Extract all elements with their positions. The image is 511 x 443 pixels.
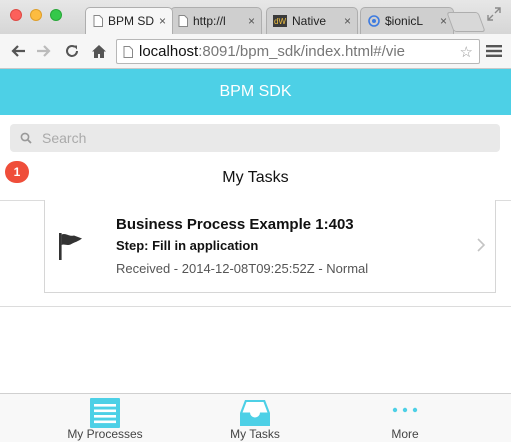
back-arrow-icon[interactable]	[8, 41, 28, 61]
task-title: Business Process Example 1:403	[116, 216, 354, 233]
divider	[0, 306, 511, 307]
browser-tab-ionic[interactable]: $ionicL ×	[360, 7, 454, 34]
page-icon	[177, 15, 188, 28]
tab-my-tasks[interactable]: My Tasks	[170, 394, 340, 443]
bottom-tab-bar: My Processes My Tasks More	[0, 393, 511, 442]
ionic-icon	[367, 15, 380, 28]
bookmark-star-icon[interactable]: ☆	[460, 43, 473, 61]
browser-tab-http[interactable]: http://l ×	[170, 7, 262, 34]
close-tab-icon[interactable]: ×	[159, 14, 166, 28]
close-tab-icon[interactable]: ×	[344, 14, 351, 28]
page-icon	[92, 15, 103, 28]
tab-title: Native	[292, 14, 327, 28]
page-icon	[123, 45, 133, 58]
task-list-item[interactable]: Business Process Example 1:403 Step: Fil…	[44, 200, 496, 293]
address-bar[interactable]: localhost:8091/bpm_sdk/index.html#/vie ☆	[116, 39, 480, 64]
close-tab-icon[interactable]: ×	[440, 14, 447, 28]
reload-icon[interactable]	[62, 41, 82, 61]
tab-more[interactable]: More	[320, 394, 490, 443]
browser-titlebar: BPM SD × http://l × dW Native × $ionicL …	[0, 0, 511, 34]
close-window-button[interactable]	[10, 9, 22, 21]
tab-label: My Tasks	[230, 427, 280, 441]
tab-my-processes[interactable]: My Processes	[20, 394, 190, 443]
app-header: BPM SDK	[0, 69, 511, 115]
home-icon[interactable]	[89, 41, 109, 61]
close-tab-icon[interactable]: ×	[248, 14, 255, 28]
search-icon	[20, 132, 32, 144]
fullscreen-icon[interactable]	[487, 7, 503, 23]
tab-title: $ionicL	[385, 14, 424, 28]
tab-label: More	[391, 427, 419, 441]
svg-text:dW: dW	[274, 17, 286, 26]
task-meta: Received - 2014-12-08T09:25:52Z - Normal	[116, 261, 369, 276]
address-host: localhost	[139, 43, 199, 60]
page-title: My Tasks	[222, 169, 289, 186]
browser-tab-native[interactable]: dW Native ×	[266, 7, 358, 34]
tab-title: BPM SD	[108, 14, 155, 28]
browser-toolbar: localhost:8091/bpm_sdk/index.html#/vie ☆	[0, 34, 511, 69]
chevron-right-icon	[476, 237, 486, 258]
search-input[interactable]	[40, 129, 484, 147]
address-path: :8091/bpm_sdk/index.html#/vie	[198, 43, 405, 60]
zoom-window-button[interactable]	[50, 9, 62, 21]
tab-title: http://l	[193, 14, 226, 28]
tab-label: My Processes	[67, 427, 143, 441]
header-title: BPM SDK	[219, 83, 292, 100]
task-step: Step: Fill in application	[116, 238, 259, 253]
new-tab-button[interactable]	[446, 12, 486, 32]
browser-tab-bpm-sdk[interactable]: BPM SD ×	[85, 7, 173, 34]
forward-arrow-icon[interactable]	[34, 41, 54, 61]
minimize-window-button[interactable]	[30, 9, 42, 21]
flag-icon	[57, 232, 85, 265]
search-bar[interactable]	[10, 124, 500, 152]
developerworks-icon: dW	[273, 15, 287, 28]
menu-icon[interactable]	[484, 41, 504, 61]
